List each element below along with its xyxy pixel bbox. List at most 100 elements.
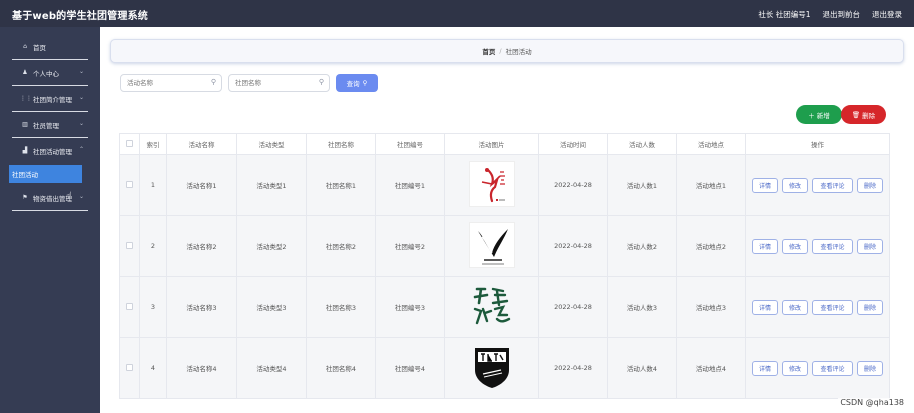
column-header: 活动地点	[676, 133, 746, 155]
delete-row-button[interactable]: 删除	[857, 238, 883, 254]
query-button[interactable]: 查询 ⚲	[336, 74, 378, 92]
delete-row-button[interactable]: 删除	[857, 360, 883, 376]
row-actions: 详情 修改 查看评论 删除	[746, 360, 889, 376]
club-name-input[interactable]	[235, 75, 315, 91]
edit-button[interactable]: 修改	[782, 299, 808, 315]
activity-image	[468, 161, 515, 207]
edit-button[interactable]: 修改	[782, 238, 808, 254]
sidebar-subitem-club-activity[interactable]: 社团活动	[9, 165, 82, 183]
sidebar: ⌂ 首页 ♟ 个人中心 ⌄ ⋮⋮ 社团简介管理 ⌄ ▥ 社员管理 ⌄ ▟ 社团活…	[0, 27, 100, 413]
sidebar-item-label: 社团活动管理	[33, 147, 72, 156]
activity-image	[469, 283, 515, 329]
search-icon: ⚲	[362, 79, 368, 87]
grid-icon: ⋮⋮	[20, 95, 32, 102]
chevron-up-icon: ⌃	[78, 146, 84, 153]
detail-button[interactable]: 详情	[752, 177, 778, 193]
chevron-down-icon: ⌄	[78, 94, 84, 101]
activity-image	[468, 222, 515, 268]
breadcrumb-separator: /	[499, 47, 502, 55]
cell-club-name: 社团名称3	[306, 276, 376, 338]
row-checkbox[interactable]	[126, 180, 133, 188]
mouse-cursor-icon: ☝	[66, 191, 73, 202]
sidebar-item-club-activities[interactable]: ▟ 社团活动管理 ⌃	[12, 138, 88, 163]
column-header: 社团名称	[306, 133, 376, 155]
view-comments-button[interactable]: 查看评论	[812, 360, 853, 376]
cell-activity-type: 活动类型1	[236, 154, 307, 216]
view-comments-button[interactable]: 查看评论	[812, 177, 853, 193]
delete-row-button[interactable]: 删除	[857, 177, 883, 193]
delete-row-button[interactable]: 删除	[857, 299, 883, 315]
cell-activity-place: 活动地点1	[676, 154, 746, 216]
calligraphy-logo-icon	[473, 287, 510, 325]
breadcrumb-home[interactable]: 首页	[482, 46, 495, 56]
select-all-cell	[119, 133, 140, 155]
add-button[interactable]: ＋ 新增	[796, 105, 842, 124]
sidebar-item-label: 社员管理	[33, 121, 59, 130]
activity-image	[469, 344, 515, 390]
add-button-label: 新增	[816, 111, 830, 120]
row-checkbox[interactable]	[126, 363, 133, 371]
back-to-front-link[interactable]: 退出到前台	[823, 9, 861, 20]
activity-name-field: ⚲	[120, 74, 222, 92]
chart-icon: ▟	[22, 147, 28, 154]
select-all-checkbox[interactable]	[126, 139, 133, 147]
cell-activity-name: 活动名称3	[166, 276, 237, 338]
cell-activity-place: 活动地点2	[676, 215, 746, 277]
column-header: 社团编号	[375, 133, 445, 155]
column-header: 索引	[139, 133, 167, 155]
cell-index: 3	[139, 276, 167, 338]
home-icon: ⌂	[23, 43, 27, 50]
column-header: 活动名称	[166, 133, 237, 155]
cell-club-no: 社团编号4	[375, 337, 445, 399]
search-row: ⚲ ⚲ 查询 ⚲	[120, 74, 378, 92]
chevron-down-icon: ⌄	[78, 120, 84, 127]
sidebar-item-club-intro[interactable]: ⋮⋮ 社团简介管理 ⌄	[12, 86, 88, 112]
column-header: 活动人数	[607, 133, 677, 155]
watermark: CSDN @qha138	[838, 398, 906, 407]
table-row: 2 活动名称2 活动类型2 社团名称2 社团编号2 2022-04-28 活动人…	[119, 215, 890, 277]
row-checkbox[interactable]	[126, 302, 133, 310]
main-content: 首页 / 社团活动 ⚲ ⚲ 查询 ⚲ ＋ 新增 🗑 删除	[100, 27, 914, 413]
cell-club-name: 社团名称2	[306, 215, 376, 277]
sidebar-item-members[interactable]: ▥ 社员管理 ⌄	[12, 112, 88, 138]
sidebar-item-home[interactable]: ⌂ 首页	[12, 34, 88, 60]
cell-activity-place: 活动地点4	[676, 337, 746, 399]
view-comments-button[interactable]: 查看评论	[812, 299, 853, 315]
sidebar-item-profile[interactable]: ♟ 个人中心 ⌄	[12, 60, 88, 86]
column-header: 活动类型	[236, 133, 307, 155]
club-name-field: ⚲	[228, 74, 330, 92]
view-comments-button[interactable]: 查看评论	[812, 238, 853, 254]
cell-index: 1	[139, 154, 167, 216]
row-checkbox[interactable]	[126, 241, 133, 249]
detail-button[interactable]: 详情	[752, 299, 778, 315]
cell-activity-time: 2022-04-28	[538, 215, 608, 277]
cell-activity-type: 活动类型3	[236, 276, 307, 338]
cell-activity-name: 活动名称2	[166, 215, 237, 277]
sidebar-item-supplies[interactable]: ⚑ 物资借出管理 ⌄ ☝	[12, 185, 88, 211]
delete-button-label: 删除	[862, 111, 876, 120]
cell-activity-name: 活动名称1	[166, 154, 237, 216]
batch-delete-button[interactable]: 🗑 删除	[841, 105, 886, 124]
activity-name-input[interactable]	[127, 75, 207, 91]
table-header-row: 索引 活动名称 活动类型 社团名称 社团编号 活动图片 活动时间 活动人数 活动…	[119, 133, 890, 155]
cell-activity-type: 活动类型4	[236, 337, 307, 399]
row-actions: 详情 修改 查看评论 删除	[746, 177, 889, 193]
cell-club-no: 社团编号2	[375, 215, 445, 277]
sidebar-item-label: 社团简介管理	[33, 95, 72, 104]
breadcrumb-current: 社团活动	[505, 48, 532, 56]
plus-icon: ＋	[808, 111, 815, 120]
cell-club-no: 社团编号3	[375, 276, 445, 338]
logout-link[interactable]: 退出登录	[872, 9, 902, 20]
column-header: 活动图片	[444, 133, 539, 155]
detail-button[interactable]: 详情	[752, 360, 778, 376]
edit-button[interactable]: 修改	[782, 177, 808, 193]
detail-button[interactable]: 详情	[752, 238, 778, 254]
chevron-down-icon: ⌄	[78, 193, 84, 200]
search-icon: ⚲	[210, 78, 216, 86]
trash-icon: 🗑	[851, 110, 861, 119]
building-icon: ▥	[22, 121, 28, 128]
cell-club-name: 社团名称1	[306, 154, 376, 216]
user-icon: ♟	[22, 69, 28, 76]
edit-button[interactable]: 修改	[782, 360, 808, 376]
cell-activity-time: 2022-04-28	[538, 337, 608, 399]
